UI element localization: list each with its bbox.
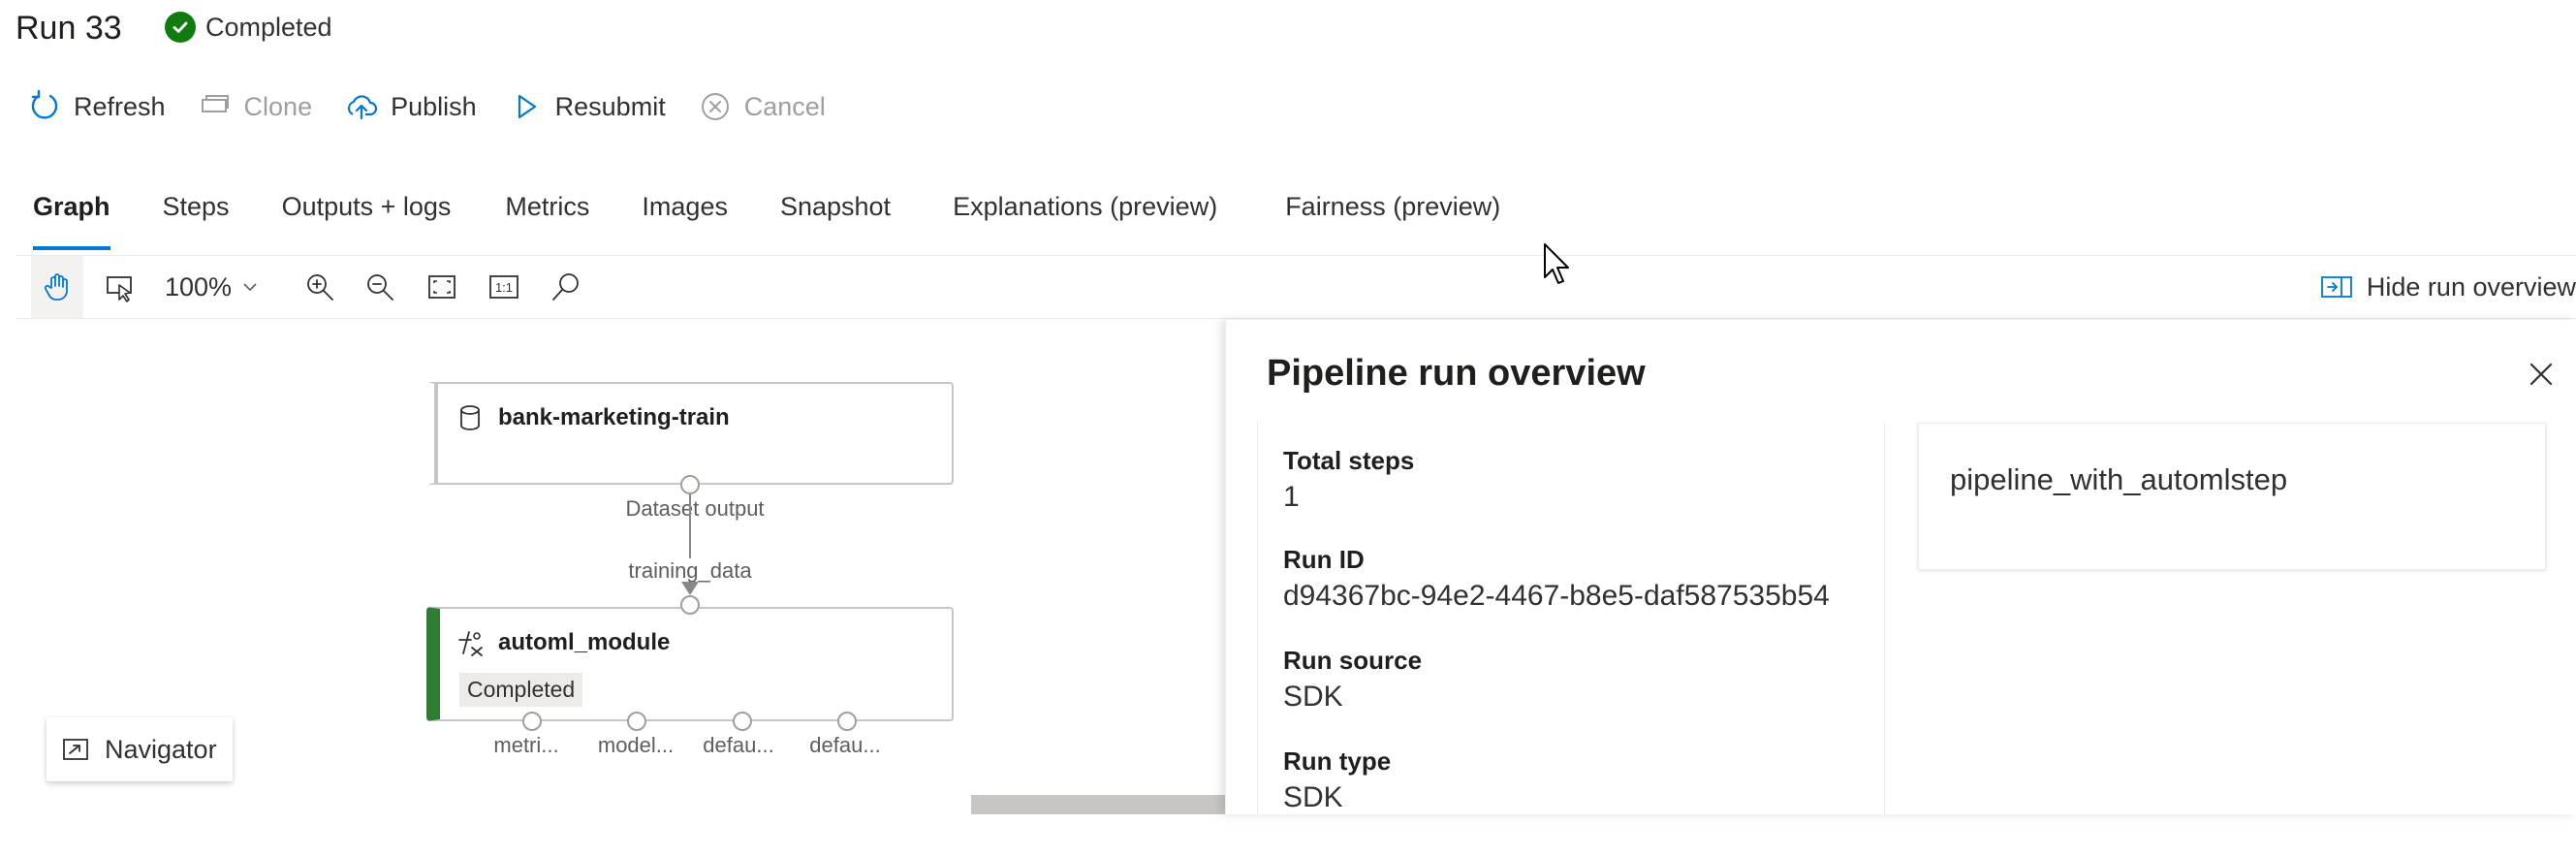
- output-port-default-1[interactable]: [733, 712, 752, 731]
- output-port-model[interactable]: [627, 712, 646, 731]
- overview-title: Pipeline run overview: [1267, 353, 1646, 394]
- navigator-button[interactable]: Navigator: [47, 717, 233, 781]
- search-icon: [552, 273, 579, 301]
- pan-button[interactable]: [31, 256, 83, 318]
- edge-arrow: [681, 582, 699, 595]
- fit-screen-icon: [428, 275, 456, 299]
- pipeline-name: pipeline_with_automlstep: [1950, 462, 2288, 496]
- run-type-label: Run type: [1283, 746, 1392, 776]
- dataset-output-port[interactable]: [680, 475, 700, 494]
- hide-run-overview-label: Hide run overview: [2366, 271, 2576, 302]
- hide-run-overview-button[interactable]: Hide run overview: [2320, 266, 2576, 308]
- resubmit-button[interactable]: Resubmit: [509, 89, 666, 124]
- refresh-icon: [31, 89, 58, 119]
- select-icon: [107, 276, 132, 302]
- refresh-button[interactable]: Refresh: [27, 89, 166, 124]
- output-label-default-2: defau...: [809, 733, 881, 757]
- automl-module-node[interactable]: automl_module Completed: [426, 607, 954, 721]
- tab-snapshot[interactable]: Snapshot: [780, 192, 891, 250]
- clone-icon: [201, 95, 229, 112]
- run-source-label: Run source: [1283, 646, 1423, 675]
- training-data-input-port[interactable]: [680, 595, 700, 615]
- tab-metrics[interactable]: Metrics: [505, 192, 589, 250]
- tab-fairness[interactable]: Fairness (preview): [1285, 192, 1500, 250]
- play-icon: [518, 94, 536, 119]
- check-circle-icon: [165, 12, 196, 43]
- chevron-down-icon: [243, 283, 257, 292]
- tab-graph[interactable]: Graph: [33, 192, 110, 250]
- panel-toggle-icon: [2321, 276, 2352, 298]
- search-button[interactable]: [539, 256, 593, 318]
- refresh-label: Refresh: [74, 91, 166, 121]
- tab-images[interactable]: Images: [642, 192, 728, 250]
- run-type-value: SDK: [1283, 781, 1343, 813]
- run-id-value: d94367bc-94e2-4467-b8e5-daf587535b54: [1283, 580, 1830, 612]
- run-id-label: Run ID: [1283, 545, 1365, 574]
- automl-node-title: automl_module: [498, 629, 671, 655]
- status-text: Completed: [205, 12, 332, 42]
- output-port-metrics[interactable]: [522, 712, 542, 731]
- pipeline-card: pipeline_with_automlstep: [1918, 423, 2546, 570]
- output-label-default-1: defau...: [703, 733, 774, 757]
- edge-label: training_data: [624, 558, 756, 584]
- cancel-icon: [701, 93, 729, 120]
- automl-icon: [458, 631, 483, 656]
- page-title: Run 33: [16, 10, 122, 47]
- publish-button[interactable]: Publish: [344, 89, 477, 124]
- tab-bar: Graph Steps Outputs + logs Metrics Image…: [33, 192, 1500, 250]
- tab-explanations[interactable]: Explanations (preview): [953, 192, 1217, 250]
- publish-label: Publish: [391, 91, 477, 121]
- mouse-cursor-icon: [1544, 243, 1569, 284]
- run-properties: Total steps 1 Run ID d94367bc-94e2-4467-…: [1257, 423, 1885, 814]
- zoom-dropdown[interactable]: 100%: [165, 270, 259, 304]
- actual-size-icon: 1:1: [489, 275, 518, 299]
- navigator-icon: [63, 739, 88, 760]
- pipeline-run-overview-panel: Pipeline run overview Total steps 1 Run …: [1225, 320, 2576, 814]
- resubmit-label: Resubmit: [554, 91, 666, 121]
- clone-label: Clone: [243, 91, 313, 121]
- tab-steps[interactable]: Steps: [163, 192, 230, 250]
- pan-hand-icon: [44, 273, 68, 301]
- dataset-output-label: Dataset output: [625, 496, 765, 521]
- actual-size-label: 1:1: [495, 280, 513, 295]
- navigator-label: Navigator: [105, 734, 217, 764]
- cloud-upload-icon: [348, 95, 378, 120]
- clone-button[interactable]: Clone: [198, 89, 313, 124]
- close-overview-button[interactable]: [2522, 355, 2560, 394]
- dataset-node[interactable]: bank-marketing-train: [426, 382, 954, 485]
- zoom-in-icon: [307, 274, 333, 301]
- output-label-metrics: metri...: [493, 733, 559, 757]
- zoom-in-button[interactable]: [293, 256, 347, 318]
- fit-screen-button[interactable]: [415, 256, 469, 318]
- status-badge: Completed: [165, 12, 332, 43]
- zoom-out-button[interactable]: [353, 256, 407, 318]
- dataset-node-title: bank-marketing-train: [498, 404, 730, 430]
- zoom-value: 100%: [165, 271, 233, 302]
- cancel-button[interactable]: Cancel: [698, 89, 826, 124]
- graph-toolbar: 100% 1:1 Hide run overview: [16, 255, 2576, 319]
- zoom-out-icon: [367, 274, 393, 301]
- output-port-default-2[interactable]: [837, 712, 857, 731]
- run-source-value: SDK: [1283, 681, 1343, 713]
- command-bar: Refresh Clone Publish Resubmit Cancel: [27, 87, 858, 126]
- tab-outputs-logs[interactable]: Outputs + logs: [282, 192, 452, 250]
- close-icon: [2529, 363, 2553, 386]
- output-label-model: model...: [597, 733, 675, 757]
- total-steps-label: Total steps: [1283, 446, 1415, 475]
- actual-size-button[interactable]: 1:1: [477, 256, 531, 318]
- select-button[interactable]: [93, 256, 147, 318]
- database-icon: [460, 405, 480, 430]
- horizontal-scrollbar[interactable]: [971, 795, 1225, 814]
- total-steps-value: 1: [1283, 481, 1300, 513]
- cancel-label: Cancel: [743, 91, 826, 121]
- node-status-badge: Completed: [459, 673, 583, 707]
